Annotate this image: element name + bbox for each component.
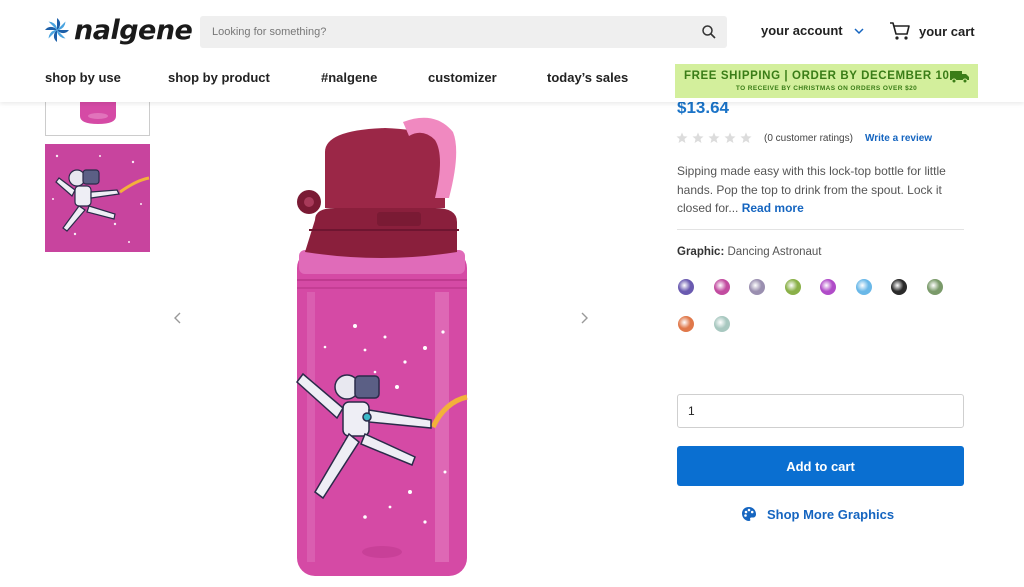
- rating-stars[interactable]: [676, 132, 756, 144]
- product-description: Sipping made easy with this lock-top bot…: [677, 162, 967, 218]
- product-page: nalgene your account your cart shop: [0, 0, 1024, 587]
- search-bar: [200, 16, 727, 48]
- star-icon: [724, 132, 736, 143]
- free-shipping-banner[interactable]: FREE SHIPPING | ORDER BY DECEMBER 10 TO …: [675, 64, 978, 98]
- write-review-link[interactable]: Write a review: [865, 133, 932, 144]
- search-icon[interactable]: [701, 24, 717, 40]
- logo-pinwheel-icon: [45, 18, 69, 42]
- star-icon: [676, 132, 688, 143]
- graphic-swatch[interactable]: [926, 279, 943, 295]
- description-text: Sipping made easy with this lock-top bot…: [677, 164, 946, 215]
- bottle-thumbnail-image: [46, 96, 149, 135]
- chevron-down-icon: [854, 27, 864, 34]
- shop-more-graphics-link[interactable]: Shop More Graphics: [741, 506, 894, 522]
- truck-icon: [950, 71, 969, 83]
- account-label: your account: [761, 23, 843, 38]
- logo-text: nalgene: [74, 14, 193, 46]
- cart-label: your cart: [919, 23, 975, 39]
- shop-more-label: Shop More Graphics: [767, 506, 895, 522]
- graphic-swatch[interactable]: [855, 279, 872, 295]
- graphic-selection-label: Graphic: Dancing Astronaut: [677, 246, 821, 258]
- read-more-link[interactable]: Read more: [742, 201, 804, 215]
- graphic-swatch[interactable]: [784, 279, 801, 295]
- promo-main-text: FREE SHIPPING | ORDER BY DECEMBER 10: [684, 70, 950, 82]
- nalgene-logo[interactable]: nalgene: [44, 14, 193, 46]
- nav-item-todays-sales[interactable]: today’s sales: [547, 70, 628, 85]
- graphic-swatch[interactable]: [678, 279, 694, 295]
- next-image-arrow-icon[interactable]: [577, 311, 591, 325]
- promo-sub-text: TO RECEIVE BY CHRISTMAS ON ORDERS OVER $…: [735, 85, 918, 92]
- product-main-image: [295, 117, 468, 576]
- nav-item-shop-by-product[interactable]: shop by product: [168, 70, 270, 85]
- palette-icon: [742, 507, 756, 521]
- account-menu[interactable]: your account: [761, 23, 865, 38]
- graphic-swatch[interactable]: [891, 279, 907, 295]
- nav-item-customizer[interactable]: customizer: [428, 70, 497, 85]
- nav-item-shop-by-use[interactable]: shop by use: [45, 70, 121, 85]
- graphic-swatch[interactable]: [713, 279, 730, 295]
- graphic-label: Graphic:: [677, 246, 725, 258]
- cart-link[interactable]: your cart: [889, 21, 975, 41]
- cart-icon: [890, 22, 910, 40]
- nav-item-nalgene-hashtag[interactable]: #nalgene: [321, 70, 377, 85]
- divider: [677, 229, 964, 230]
- graphic-swatch[interactable]: [678, 316, 694, 332]
- graphic-swatch[interactable]: [713, 316, 730, 332]
- ratings-count: (0 customer ratings): [764, 133, 853, 144]
- quantity-input[interactable]: [677, 394, 964, 428]
- search-input[interactable]: [200, 16, 690, 48]
- astronaut-graphic-thumbnail: [45, 144, 150, 252]
- site-header: nalgene your account your cart shop: [0, 0, 1024, 102]
- star-icon: [708, 132, 720, 143]
- gallery-thumbnail-2[interactable]: [45, 144, 150, 252]
- graphic-swatch[interactable]: [820, 279, 836, 295]
- star-icon: [740, 132, 752, 143]
- add-to-cart-button[interactable]: Add to cart: [677, 446, 964, 486]
- previous-image-arrow-icon[interactable]: [171, 311, 185, 325]
- star-icon: [692, 132, 704, 143]
- graphic-swatch[interactable]: [749, 279, 765, 295]
- graphic-value: Dancing Astronaut: [727, 246, 822, 258]
